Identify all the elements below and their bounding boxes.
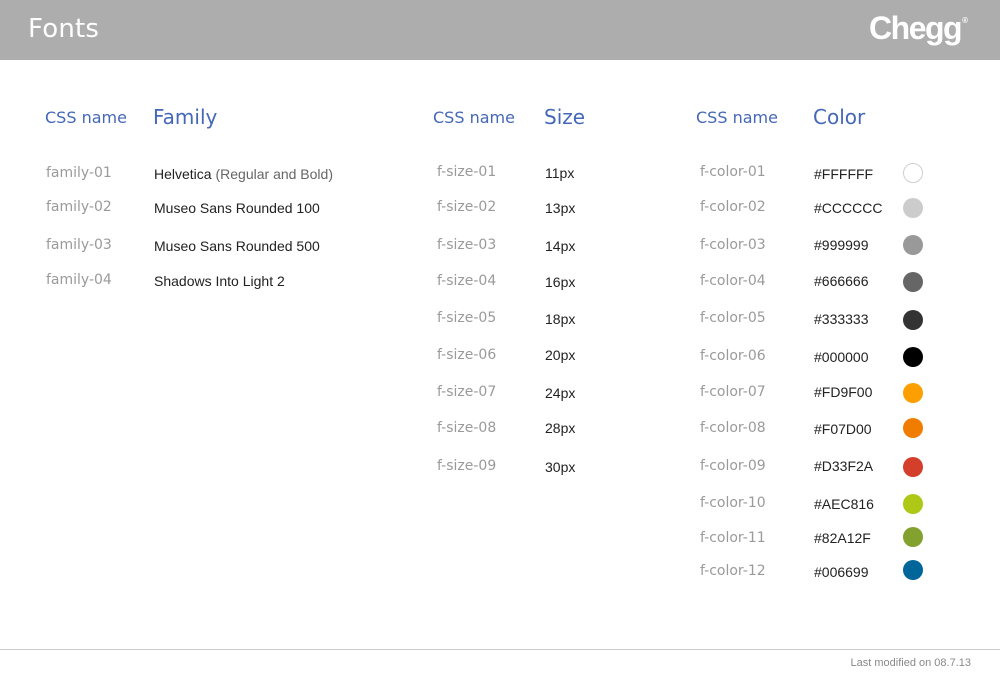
color-swatch <box>903 235 923 255</box>
page-title: Fonts <box>28 14 100 44</box>
size-name: f-size-05 <box>437 310 497 326</box>
color-swatch <box>903 163 923 183</box>
color-swatch <box>903 457 923 477</box>
color-swatch <box>903 560 923 580</box>
color-name: f-color-06 <box>700 348 766 364</box>
family-name: family-03 <box>46 237 112 253</box>
color-name: f-color-02 <box>700 199 766 215</box>
color-hex-value: #FFFFFF <box>814 166 874 182</box>
color-hex-value: #999999 <box>814 237 869 253</box>
color-css-name-heading: CSS name <box>696 108 778 127</box>
family-value: Shadows Into Light 2 <box>154 273 285 289</box>
size-name: f-size-06 <box>437 347 497 363</box>
size-name: f-size-02 <box>437 199 497 215</box>
registered-mark: ® <box>962 16 968 25</box>
chegg-logo: Chegg® <box>869 10 968 47</box>
size-value: 18px <box>545 311 576 327</box>
family-value-main: Helvetica <box>154 166 212 182</box>
color-heading: Color <box>813 105 866 129</box>
color-name: f-color-12 <box>700 563 766 579</box>
color-name: f-color-04 <box>700 273 766 289</box>
color-swatch <box>903 347 923 367</box>
size-name: f-size-04 <box>437 273 497 289</box>
logo-text: Chegg <box>869 10 963 46</box>
color-swatch <box>903 494 923 514</box>
size-value: 11px <box>545 165 575 181</box>
color-hex-value: #AEC816 <box>814 496 874 512</box>
size-value: 16px <box>545 274 576 290</box>
family-value: Museo Sans Rounded 500 <box>154 238 320 254</box>
color-swatch <box>903 198 923 218</box>
color-swatch <box>903 310 923 330</box>
size-value: 20px <box>545 347 576 363</box>
color-swatch <box>903 272 923 292</box>
size-name: f-size-09 <box>437 458 497 474</box>
family-value: Helvetica (Regular and Bold) <box>154 166 333 182</box>
size-name: f-size-07 <box>437 384 497 400</box>
color-hex-value: #D33F2A <box>814 458 874 474</box>
color-swatch <box>903 383 923 403</box>
family-name: family-04 <box>46 272 112 288</box>
size-css-name-heading: CSS name <box>433 108 515 127</box>
color-hex-value: #333333 <box>814 311 869 327</box>
size-value: 24px <box>545 385 576 401</box>
color-hex-value: #FD9F00 <box>814 384 873 400</box>
color-hex-value: #000000 <box>814 349 869 365</box>
size-value: 14px <box>545 238 576 254</box>
family-heading: Family <box>153 105 218 129</box>
family-value-note: (Regular and Bold) <box>215 166 333 182</box>
family-css-name-heading: CSS name <box>45 108 127 127</box>
size-value: 13px <box>545 200 576 216</box>
footer-divider <box>0 649 1000 650</box>
family-name: family-02 <box>46 199 112 215</box>
color-name: f-color-03 <box>700 237 766 253</box>
color-hex-value: #CCCCCC <box>814 200 883 216</box>
size-value: 28px <box>545 420 576 436</box>
color-hex-value: #666666 <box>814 273 869 289</box>
color-swatch <box>903 527 923 547</box>
size-name: f-size-08 <box>437 420 497 436</box>
color-hex-value: #82A12F <box>814 530 871 546</box>
size-heading: Size <box>544 105 586 129</box>
size-name: f-size-03 <box>437 237 497 253</box>
color-name: f-color-09 <box>700 458 766 474</box>
color-name: f-color-01 <box>700 164 766 180</box>
family-value: Museo Sans Rounded 100 <box>154 200 320 216</box>
color-name: f-color-11 <box>700 530 766 546</box>
size-name: f-size-01 <box>437 164 497 180</box>
color-hex-value: #006699 <box>814 564 869 580</box>
color-hex-value: #F07D00 <box>814 421 872 437</box>
color-name: f-color-05 <box>700 310 766 326</box>
color-name: f-color-08 <box>700 420 766 436</box>
last-modified-text: Last modified on 08.7.13 <box>850 657 971 669</box>
color-name: f-color-07 <box>700 384 766 400</box>
header-bar: Fonts Chegg® <box>0 0 1000 60</box>
color-name: f-color-10 <box>700 495 766 511</box>
family-name: family-01 <box>46 165 112 181</box>
color-swatch <box>903 418 923 438</box>
size-value: 30px <box>545 459 576 475</box>
